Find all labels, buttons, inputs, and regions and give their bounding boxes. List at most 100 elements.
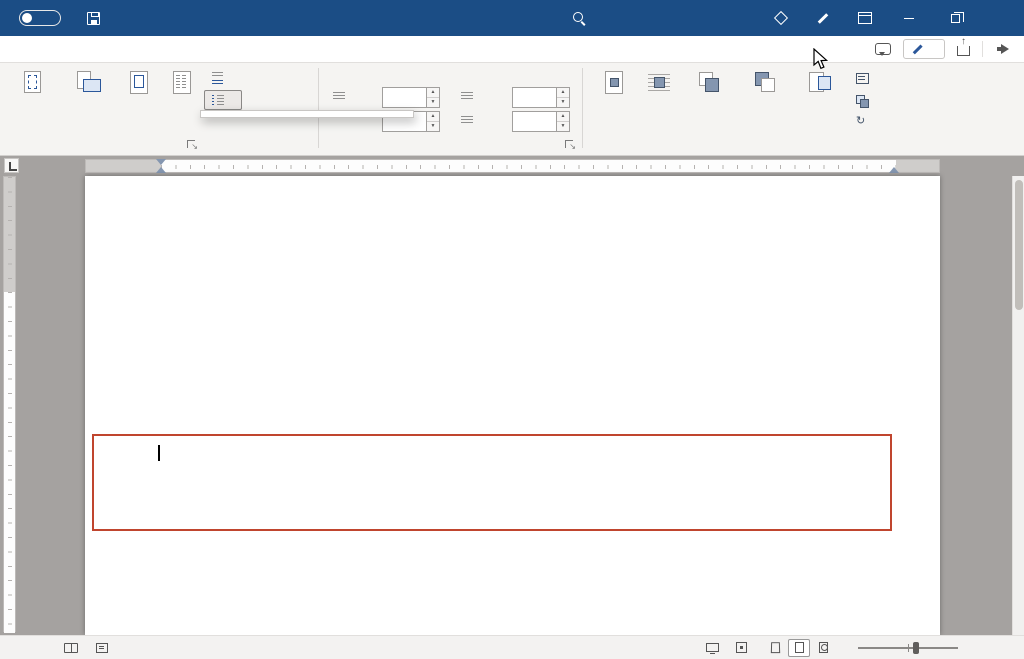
save-button[interactable]: [85, 8, 101, 28]
document-title[interactable]: [483, 0, 490, 36]
search-icon[interactable]: [571, 10, 587, 26]
document-canvas: [0, 176, 1024, 635]
wrap-text-button[interactable]: [638, 66, 680, 138]
close-button[interactable]: [978, 0, 1024, 36]
vertical-ruler[interactable]: [3, 176, 16, 633]
line-numbers-button[interactable]: [204, 90, 242, 110]
group-button[interactable]: [848, 90, 886, 110]
indent-right-stepper[interactable]: ▲ ▼: [427, 111, 440, 132]
minimize-button[interactable]: [886, 0, 932, 36]
autosave-knob: [22, 13, 32, 23]
bring-forward-button[interactable]: [684, 66, 732, 138]
display-settings-button[interactable]: [706, 643, 724, 654]
autosave-pill: [19, 10, 61, 26]
ribbon-tab-row: [0, 36, 1024, 63]
first-line-indent-marker[interactable]: [156, 159, 166, 165]
view-mode-buttons: [764, 638, 834, 657]
presence-button[interactable]: [760, 0, 802, 36]
read-mode-button[interactable]: [764, 639, 786, 657]
send-backward-icon: [750, 70, 778, 94]
columns-icon: [167, 70, 195, 94]
spacing-after-field: ▲ ▼: [512, 111, 570, 132]
scrollbar-thumb[interactable]: [1015, 180, 1023, 310]
save-icon: [86, 11, 100, 25]
spacing-after-stepper[interactable]: ▲ ▼: [557, 111, 570, 132]
indent-left-input[interactable]: [382, 87, 427, 108]
zoom-slider-thumb[interactable]: [913, 641, 919, 654]
ruler-ticks: [161, 165, 896, 169]
send-backward-button[interactable]: [736, 66, 792, 138]
focus-button[interactable]: [736, 642, 752, 653]
comments-button[interactable]: [875, 43, 891, 56]
document-page[interactable]: [85, 176, 940, 635]
focus-icon: [736, 642, 747, 653]
line-numbers-icon: [211, 93, 225, 107]
page-setup-small-buttons: [204, 63, 320, 135]
spacing-after-icon: [460, 113, 474, 127]
right-indent-marker[interactable]: [889, 167, 899, 173]
zoom-slider[interactable]: [858, 641, 958, 654]
group-icon: [855, 93, 869, 108]
wrap-text-icon: [645, 70, 673, 94]
left-indent-marker[interactable]: [156, 167, 166, 173]
presence-icon: [773, 10, 789, 26]
size-button[interactable]: [120, 66, 156, 138]
breaks-button[interactable]: [204, 68, 242, 88]
rotate-button[interactable]: [848, 112, 886, 132]
paragraph-dialog-launcher[interactable]: [564, 139, 576, 151]
group-divider: [582, 68, 583, 148]
undo-icon[interactable]: [115, 8, 131, 28]
orientation-button[interactable]: [58, 66, 118, 138]
spacing-before-field: ▲ ▼: [512, 87, 570, 108]
line-numbers-menu: [200, 110, 414, 118]
statusbar-right: [706, 638, 1014, 657]
position-icon: [599, 70, 627, 94]
margins-button[interactable]: [8, 66, 56, 138]
ruler-row: [0, 156, 1024, 176]
spacing-before-icon: [460, 89, 474, 103]
web-layout-button[interactable]: [812, 639, 834, 657]
indent-left-stepper[interactable]: ▲ ▼: [427, 87, 440, 108]
megaphone-icon: [995, 43, 1010, 55]
proofing-button[interactable]: [64, 642, 78, 653]
accessibility-button[interactable]: [96, 642, 108, 653]
tab-stop-selector[interactable]: [4, 158, 19, 173]
position-button[interactable]: [592, 66, 634, 138]
read-mode-icon: [770, 642, 780, 654]
redo-icon[interactable]: [145, 8, 161, 28]
share-button[interactable]: [957, 37, 970, 56]
zoom-slider-notch: [908, 643, 909, 652]
customize-toolbar-chevron-icon[interactable]: [175, 8, 191, 28]
accessibility-icon: [96, 642, 108, 653]
inking-button[interactable]: [802, 0, 844, 36]
mouse-cursor: [813, 47, 830, 74]
page-size-icon: [124, 70, 152, 94]
ribbon: ▲▼ ▲▼ ▲▼ ▲▼: [0, 63, 1024, 156]
spacing-before-input[interactable]: [512, 87, 557, 108]
share-icon: [957, 37, 970, 56]
restore-icon: [950, 11, 964, 23]
margins-icon: [18, 70, 46, 94]
orientation-icon: [74, 70, 102, 94]
vertical-scrollbar[interactable]: [1012, 176, 1024, 635]
spacing-before-stepper[interactable]: ▲ ▼: [557, 87, 570, 108]
maximize-button[interactable]: [932, 0, 978, 36]
spacing-after-input[interactable]: [512, 111, 557, 132]
indent-left-field: ▲ ▼: [382, 87, 440, 108]
page-setup-dialog-launcher[interactable]: [186, 139, 198, 151]
ribbon-options-button[interactable]: [844, 0, 886, 36]
print-layout-button[interactable]: [788, 638, 810, 657]
align-icon: [855, 71, 869, 85]
group-divider: [318, 68, 319, 148]
indent-left-icon: [332, 89, 346, 103]
editing-mode-button[interactable]: [903, 39, 945, 59]
web-layout-icon: [818, 642, 828, 653]
announcement-button[interactable]: [995, 43, 1010, 55]
selection-pane-button[interactable]: [794, 66, 844, 138]
autosave-toggle[interactable]: [12, 10, 61, 26]
align-button[interactable]: [848, 68, 886, 88]
horizontal-ruler[interactable]: [85, 159, 940, 173]
pen-icon: [816, 11, 830, 25]
proofing-book-icon: [64, 642, 78, 653]
columns-button[interactable]: [158, 66, 204, 138]
